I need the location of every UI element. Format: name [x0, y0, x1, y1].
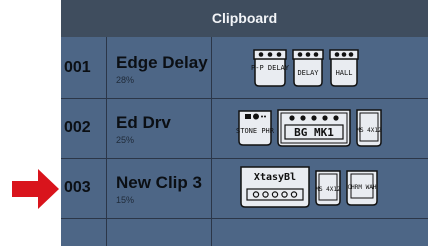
column-divider: [106, 37, 107, 246]
clipboard-header: Clipboard: [61, 0, 428, 37]
pedal-label: CHRM WAH: [348, 184, 377, 191]
pedal-label: P-P DELAY: [251, 64, 290, 72]
pedal-xtasybl-icon: XtasyBl: [240, 166, 310, 208]
clip-percent: 25%: [116, 135, 135, 145]
clip-name: Ed Drv: [116, 113, 171, 132]
pedal-label: STONE PHR: [236, 127, 275, 135]
pedal-bg-mk1-icon: BG MK1: [277, 109, 351, 147]
pedal-ms-4x12-icon: MS 4X12: [356, 109, 382, 147]
clip-pedal-chain: P-P DELAY DELAY HALL: [211, 40, 428, 98]
pedal-chrm-wah-icon: CHRM WAH: [346, 170, 378, 206]
pedal-label: MS 4X12: [315, 186, 341, 193]
column-divider: [211, 37, 212, 246]
clipboard-row-003[interactable]: 003 New Clip 3 15% XtasyBl MS 4X12 CHRM …: [61, 160, 428, 219]
pedal-label: XtasyBl: [254, 172, 296, 183]
pedal-label: BG MK1: [294, 126, 334, 139]
pedal-delay-icon: DELAY: [292, 49, 324, 87]
clip-number: 003: [64, 179, 91, 196]
pedal-hall-icon: HALL: [329, 49, 359, 87]
clip-percent: 28%: [116, 75, 135, 85]
pedal-stone-phr-icon: STONE PHR: [236, 110, 275, 146]
pedal-label: MS 4X12: [356, 127, 382, 134]
pedal-pp-delay-icon: P-P DELAY: [251, 49, 290, 87]
clipboard-row-002[interactable]: 002 Ed Drv 25% STONE PHR BG MK1 MS 4X12: [61, 100, 428, 159]
selected-row-arrow-icon: [12, 168, 60, 210]
clip-percent: 15%: [116, 195, 135, 205]
clipboard-row-empty[interactable]: [61, 220, 428, 246]
clipboard-row-001[interactable]: 001 Edge Delay 28% P-P DELAY DELAY HALL: [61, 40, 428, 99]
pedal-label: HALL: [336, 69, 353, 77]
clip-pedal-chain: STONE PHR BG MK1 MS 4X12: [211, 100, 428, 158]
clipboard-panel: Clipboard 001 Edge Delay 28% P-P DELAY D…: [61, 0, 428, 246]
pedal-label: DELAY: [297, 69, 319, 77]
clip-number: 002: [64, 119, 91, 136]
clip-pedal-chain: XtasyBl MS 4X12 CHRM WAH: [211, 160, 428, 218]
pedal-ms-4x12-icon: MS 4X12: [315, 170, 341, 206]
clip-name: Edge Delay: [116, 53, 208, 72]
clip-number: 001: [64, 59, 91, 76]
clip-name: New Clip 3: [116, 173, 202, 192]
